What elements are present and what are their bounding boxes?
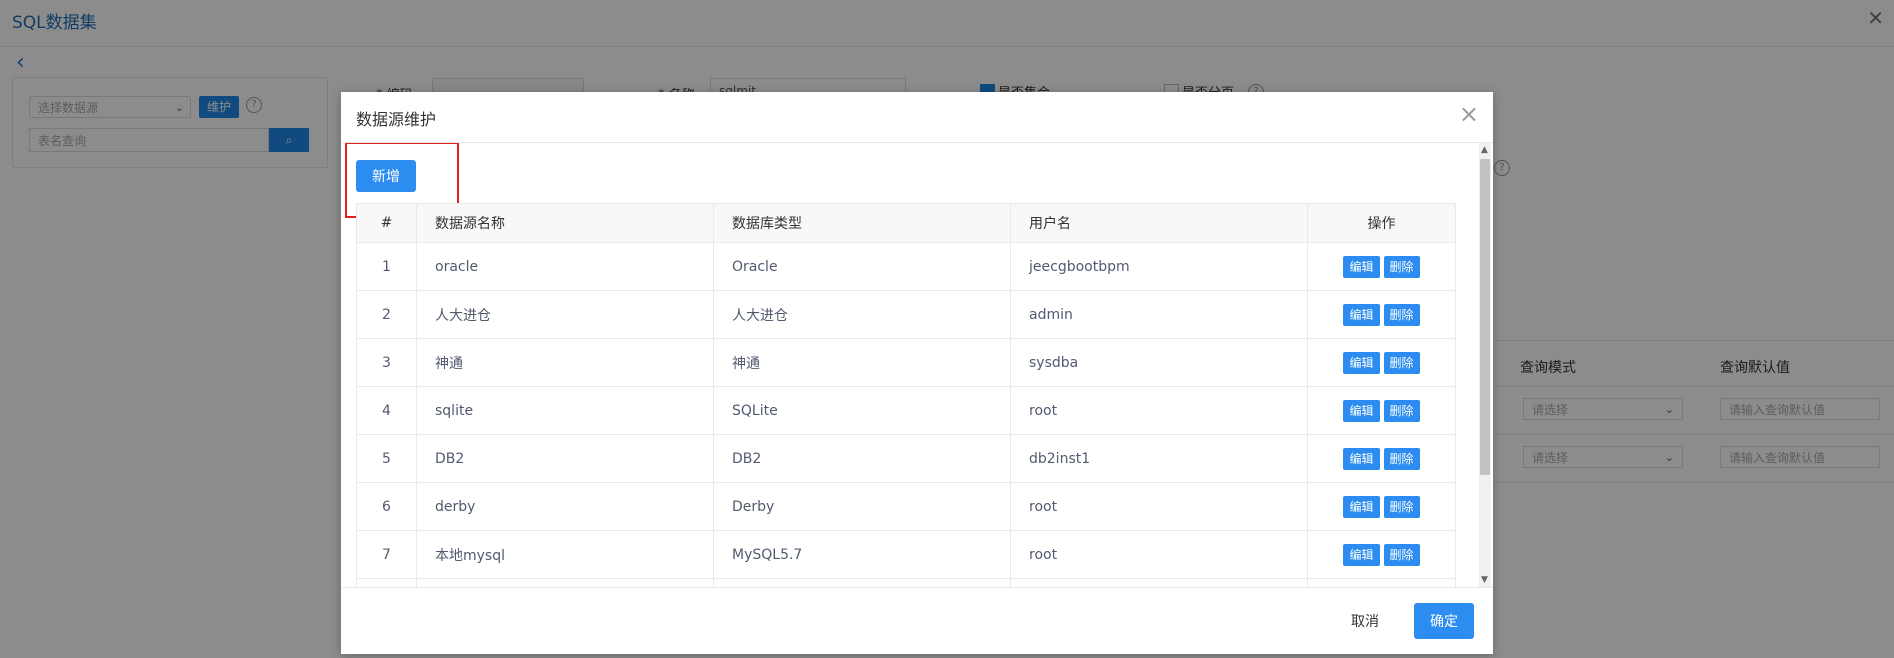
cancel-button[interactable]: 取消: [1335, 604, 1395, 638]
actions-cell: 编辑删除: [1307, 338, 1456, 387]
datasource-maintenance-dialog: 数据源维护 × 新增 # 数据源名称 数据库类型 用户名 操作 1 oracle…: [341, 92, 1493, 654]
row-index: 1: [356, 242, 417, 291]
username-cell: sysdba: [1010, 338, 1308, 387]
database-type-cell: Derby: [713, 482, 1011, 531]
delete-button[interactable]: 删除: [1383, 399, 1420, 422]
table-row: 1 oracle Oracle jeecgbootbpm 编辑 删除: [356, 242, 1456, 291]
actions-cell: 编辑删除: [1307, 578, 1456, 587]
dialog-footer: 取消 确定: [341, 587, 1493, 655]
table-header-row: # 数据源名称 数据库类型 用户名 操作: [356, 203, 1456, 243]
actions-cell: 编辑删除: [1307, 242, 1456, 291]
scrollbar-thumb[interactable]: [1480, 159, 1490, 475]
delete-button[interactable]: 删除: [1383, 543, 1420, 566]
datasource-name-cell: [416, 578, 714, 587]
edit-button[interactable]: 编辑: [1343, 543, 1380, 566]
datasource-name-cell: 神通: [416, 338, 714, 387]
username-cell: db2inst1: [1010, 434, 1308, 483]
actions-cell: 编辑删除: [1307, 530, 1456, 579]
row-index: 4: [356, 386, 417, 435]
edit-button[interactable]: 编辑: [1343, 399, 1380, 422]
delete-button[interactable]: 删除: [1383, 255, 1420, 278]
database-type-cell: DB2: [713, 434, 1011, 483]
actions-cell: 编辑删除: [1307, 434, 1456, 483]
row-index: [356, 578, 417, 587]
table-row: 3 神通 神通 sysdba 编辑 删除: [356, 338, 1456, 387]
row-index: 5: [356, 434, 417, 483]
column-header-actions: 操作: [1307, 203, 1456, 243]
add-button[interactable]: 新增: [356, 160, 416, 192]
table-row: 4 sqlite SQLite root 编辑 删除: [356, 386, 1456, 435]
datasource-name-cell: oracle: [416, 242, 714, 291]
dialog-body: 新增 # 数据源名称 数据库类型 用户名 操作 1 oracle Oracle jee…: [341, 143, 1493, 587]
edit-button[interactable]: 编辑: [1343, 303, 1380, 326]
database-type-cell: 神通: [713, 338, 1011, 387]
datasource-name-cell: sqlite: [416, 386, 714, 435]
delete-button[interactable]: 删除: [1383, 303, 1420, 326]
edit-button[interactable]: 编辑: [1343, 495, 1380, 518]
database-type-cell: 人大进仓: [713, 290, 1011, 339]
username-cell: jeecgbootbpm: [1010, 242, 1308, 291]
scroll-up-icon[interactable]: ▲: [1481, 145, 1488, 155]
dialog-title: 数据源维护: [356, 110, 437, 129]
username-cell: root: [1010, 530, 1308, 579]
scrollbar[interactable]: ▲ ▼: [1479, 143, 1491, 587]
username-cell: [1010, 578, 1308, 587]
database-type-cell: MySQL5.7: [713, 530, 1011, 579]
actions-cell: 编辑删除: [1307, 290, 1456, 339]
delete-button[interactable]: 删除: [1383, 495, 1420, 518]
username-cell: root: [1010, 386, 1308, 435]
column-header-type: 数据库类型: [713, 203, 1011, 243]
row-index: 6: [356, 482, 417, 531]
actions-cell: 编辑删除: [1307, 386, 1456, 435]
datasource-name-cell: DB2: [416, 434, 714, 483]
table-row: 7 本地mysql MySQL5.7 root 编辑 删除: [356, 530, 1456, 579]
username-cell: admin: [1010, 290, 1308, 339]
table-row: 6 derby Derby root 编辑 删除: [356, 482, 1456, 531]
database-type-cell: [713, 578, 1011, 587]
edit-button[interactable]: 编辑: [1343, 255, 1380, 278]
row-index: 3: [356, 338, 417, 387]
row-index: 2: [356, 290, 417, 339]
delete-button[interactable]: 删除: [1383, 351, 1420, 374]
datasource-name-cell: derby: [416, 482, 714, 531]
dialog-header: 数据源维护 ×: [341, 92, 1493, 143]
close-icon[interactable]: ×: [1459, 102, 1479, 126]
column-header-index: #: [356, 203, 417, 243]
database-type-cell: SQLite: [713, 386, 1011, 435]
table-row: 2 人大进仓 人大进仓 admin 编辑 删除: [356, 290, 1456, 339]
username-cell: root: [1010, 482, 1308, 531]
datasource-table: # 数据源名称 数据库类型 用户名 操作 1 oracle Oracle jeecgb…: [356, 203, 1456, 587]
table-row: 5 DB2 DB2 db2inst1 编辑 删除: [356, 434, 1456, 483]
datasource-name-cell: 本地mysql: [416, 530, 714, 579]
row-index: 7: [356, 530, 417, 579]
actions-cell: 编辑删除: [1307, 482, 1456, 531]
column-header-user: 用户名: [1010, 203, 1308, 243]
datasource-name-cell: 人大进仓: [416, 290, 714, 339]
edit-button[interactable]: 编辑: [1343, 447, 1380, 470]
edit-button[interactable]: 编辑: [1343, 351, 1380, 374]
table-row: 编辑删除: [356, 578, 1456, 587]
database-type-cell: Oracle: [713, 242, 1011, 291]
ok-button[interactable]: 确定: [1414, 603, 1474, 639]
delete-button[interactable]: 删除: [1383, 447, 1420, 470]
scroll-down-icon[interactable]: ▼: [1481, 575, 1488, 585]
column-header-name: 数据源名称: [416, 203, 714, 243]
